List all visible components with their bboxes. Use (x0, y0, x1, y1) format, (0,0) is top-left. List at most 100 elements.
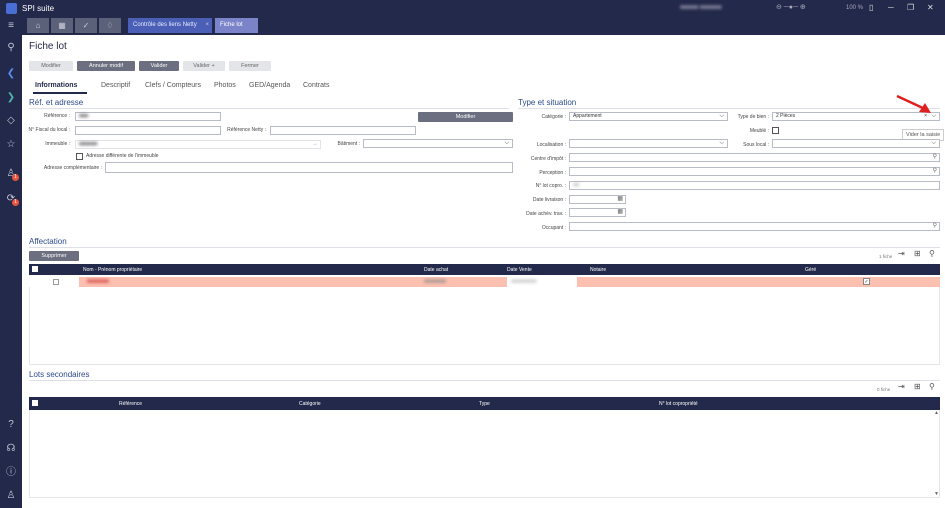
tab-contrats[interactable]: Contrats (303, 82, 329, 89)
adresse-comp-field[interactable] (105, 162, 513, 173)
date-livraison-field[interactable]: ▦ (569, 195, 626, 204)
sous-local-select[interactable]: ⌵ (772, 139, 940, 148)
table-row[interactable]: ■■■■■■ ■■■■■■ ■■■■■■■ ✓ (29, 277, 940, 287)
fiscal-label: N° Fiscal du local : (28, 127, 70, 133)
netty-field[interactable] (270, 126, 416, 135)
categorie-value: Appartement (573, 113, 602, 119)
immeuble-field[interactable]: ■■■■■■ → (75, 140, 321, 149)
col-nom[interactable]: Nom - Prénom propriétaire (83, 267, 142, 273)
tab-descriptif[interactable]: Descriptif (101, 82, 130, 89)
modifier-reference-button[interactable]: Modifier (418, 112, 513, 122)
gere-checkbox[interactable]: ✓ (863, 278, 870, 285)
date-achev-label: Date achèv. trav. : (526, 211, 566, 217)
lot-copro-field[interactable]: ■■ (569, 181, 940, 190)
document-icon[interactable]: ▯ (869, 3, 873, 12)
active-tab-indicator (33, 92, 87, 94)
chevron-right-icon[interactable]: ❯ (4, 91, 18, 105)
tab-ged-agenda[interactable]: GED/Agenda (249, 82, 290, 89)
check-icon[interactable]: ✓ (75, 18, 97, 33)
date-achev-field[interactable]: ▦ (569, 208, 626, 217)
close-icon[interactable]: ✕ (927, 3, 934, 12)
adresse-differente-label: Adresse différente de l'immeuble (86, 153, 159, 159)
main-panel: Fiche lot Modifier Annuler modif Valider… (22, 35, 945, 508)
menu-icon[interactable]: ≡ (4, 19, 18, 33)
tab-clefs-compteurs[interactable]: Clefs / Compteurs (145, 82, 201, 89)
col-notaire[interactable]: Notaire (590, 267, 606, 273)
batiment-select[interactable]: ⌵ (363, 139, 513, 148)
netty-label: Référence Netty : (227, 127, 266, 133)
tab-photos[interactable]: Photos (214, 82, 236, 89)
search-icon[interactable]: ⚲ (4, 41, 18, 55)
row-checkbox[interactable] (53, 279, 59, 285)
col-reference[interactable]: Référence (119, 401, 142, 407)
minimize-icon[interactable]: ─ (888, 3, 894, 12)
search-icon[interactable]: ⚲ (933, 168, 937, 175)
supprimer-button[interactable]: Supprimer (29, 251, 79, 261)
export-icon[interactable]: ⇥ (898, 382, 905, 391)
fermer-button[interactable]: Fermer (229, 61, 271, 71)
valider-plus-button[interactable]: Valider + (183, 61, 225, 71)
centre-impot-field[interactable]: ⚲ (569, 153, 940, 162)
tab-controle-liens[interactable]: Contrôle des liens Netty × (128, 18, 212, 33)
section-lots-secondaires: Lots secondaires (29, 370, 90, 379)
export-icon[interactable]: ⇥ (898, 249, 905, 258)
filter-icon[interactable]: ⚲ (929, 382, 935, 391)
help-icon[interactable]: ? (4, 418, 18, 432)
col-type[interactable]: Type (479, 401, 490, 407)
perception-field[interactable]: ⚲ (569, 167, 940, 176)
tab-informations[interactable]: Informations (35, 82, 77, 89)
restore-icon[interactable]: ❐ (907, 3, 914, 12)
chevron-left-icon[interactable]: ❮ (4, 67, 18, 81)
tab-label: Fiche lot (220, 22, 243, 28)
fiscal-field[interactable] (75, 126, 221, 135)
arrow-right-icon[interactable]: → (312, 141, 318, 148)
localisation-select[interactable]: ⌵ (569, 139, 728, 148)
bell-icon[interactable]: ♢ (99, 18, 121, 33)
batiment-label: Bâtiment : (337, 141, 360, 147)
reference-field[interactable]: ■■■ (75, 112, 221, 121)
affectation-grid-header: Nom - Prénom propriétaire Date achat Dat… (29, 264, 940, 275)
calendar-icon[interactable]: ▦ (617, 196, 623, 203)
section-ref-adresse: Réf. et adresse (29, 98, 84, 107)
col-gere[interactable]: Géré (805, 267, 816, 273)
search-icon[interactable]: ⚲ (933, 154, 937, 161)
app-title: SPI suite (22, 4, 55, 13)
categorie-select[interactable]: Appartement ⌵ (569, 112, 728, 121)
meuble-checkbox[interactable] (772, 127, 779, 134)
scroll-down-arrow[interactable]: ▼ (934, 491, 939, 497)
occupant-field[interactable]: ⚲ (569, 222, 940, 231)
title-bar: SPI suite ■■■■■ ■■■■■■ ⊖ ─●─ ⊕ 100 % ▯ ─… (0, 0, 945, 17)
search-icon[interactable]: ⚲ (933, 223, 937, 230)
red-arrow-annotation (896, 94, 931, 113)
chevron-down-icon: ⌵ (931, 140, 936, 146)
select-all-checkbox[interactable] (32, 400, 38, 406)
adresse-differente-checkbox[interactable] (76, 153, 83, 160)
annuler-modif-button[interactable]: Annuler modif (77, 61, 135, 71)
sidebar: ≡ ⚲ ❮ ❯ ◇ ☆ ♙ 1 ⟳ 1 ? ☊ ⓘ ♙ (0, 17, 22, 508)
occupant-label: Occupant : (541, 225, 566, 231)
info-icon[interactable]: ⓘ (4, 466, 18, 480)
star-icon[interactable]: ☆ (4, 138, 18, 152)
filter-icon[interactable]: ⚲ (929, 249, 935, 258)
calendar-icon[interactable]: ▦ (617, 209, 623, 216)
tab-fiche-lot[interactable]: Fiche lot (215, 18, 258, 33)
col-categorie[interactable]: Catégorie (299, 401, 321, 407)
zoom-level: 100 % (846, 5, 864, 11)
modifier-button[interactable]: Modifier (29, 61, 73, 71)
calendar-icon[interactable]: ▦ (51, 18, 73, 33)
select-all-checkbox[interactable] (32, 266, 38, 272)
col-date-vente[interactable]: Date Vente (507, 267, 532, 273)
user-icon[interactable]: ♙ (4, 489, 18, 503)
col-lot-copropriete[interactable]: N° lot copropriété (659, 401, 698, 407)
add-column-icon[interactable]: ⊞ (914, 249, 921, 258)
home-icon[interactable]: ⌂ (27, 18, 49, 33)
scroll-up-arrow[interactable]: ▲ (934, 410, 939, 416)
diamond-icon[interactable]: ◇ (4, 114, 18, 128)
col-date-achat[interactable]: Date achat (424, 267, 448, 273)
add-column-icon[interactable]: ⊞ (914, 382, 921, 391)
date-livraison-label: Date livraison : (532, 197, 566, 203)
tab-close-icon[interactable]: × (205, 18, 209, 33)
support-icon[interactable]: ☊ (4, 442, 18, 456)
section-affectation: Affectation (29, 237, 67, 246)
valider-button[interactable]: Valider (139, 61, 179, 71)
